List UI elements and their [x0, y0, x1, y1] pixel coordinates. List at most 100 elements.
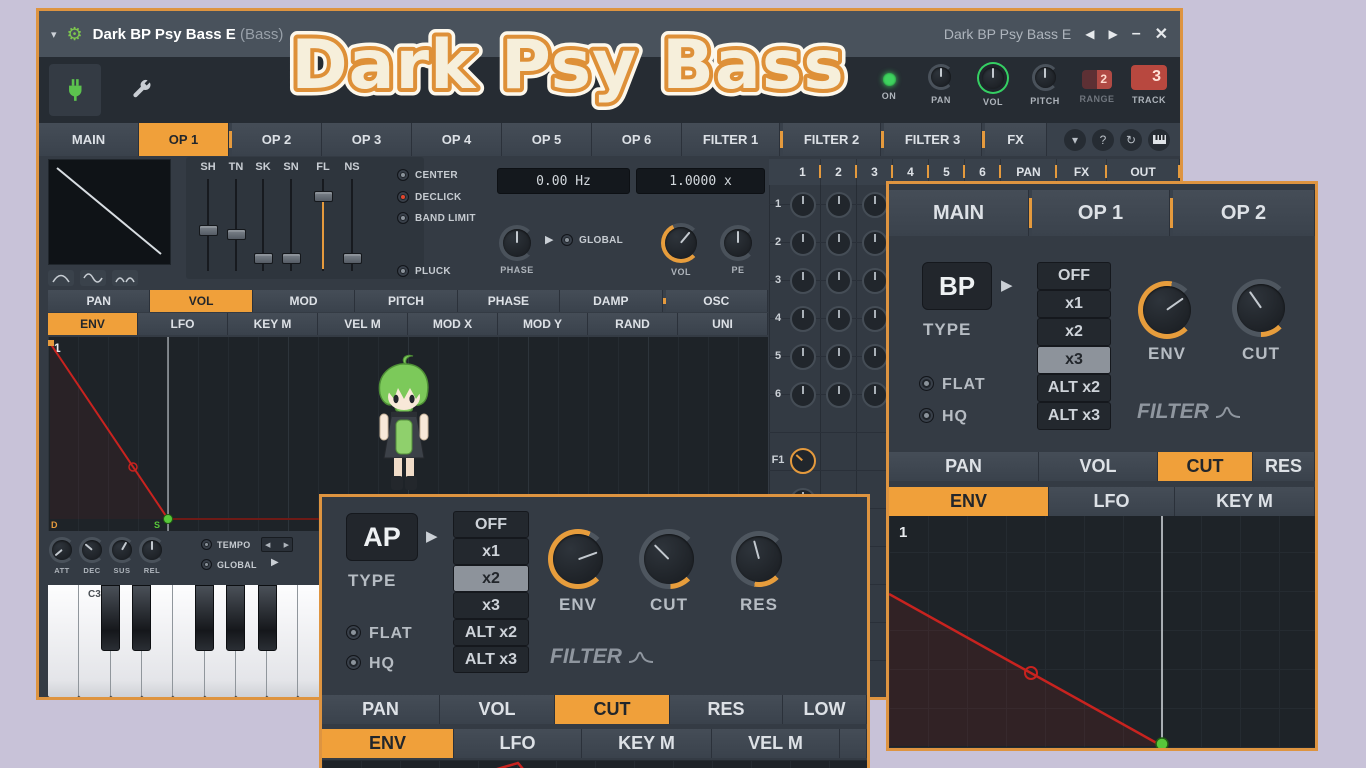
declick-radio[interactable]	[397, 191, 409, 203]
matrix-knob[interactable]	[790, 230, 816, 256]
filter-opt-x1[interactable]: x1	[1037, 290, 1111, 318]
param-tab-pan[interactable]: PAN	[48, 290, 151, 312]
spin-right-icon[interactable]: ▶	[284, 541, 289, 549]
matrix-knob[interactable]	[790, 344, 816, 370]
ob-env-lfo[interactable]: LFO	[454, 729, 582, 758]
global-arrow-icon[interactable]: ▶	[271, 557, 279, 568]
tempo-radio[interactable]	[201, 539, 212, 550]
overlay-right-envelope[interactable]: 1	[888, 516, 1315, 751]
filter-opt-off[interactable]: OFF	[453, 511, 529, 538]
harmonic-slider-sn[interactable]	[281, 179, 301, 271]
matrix-knob[interactable]	[826, 344, 852, 370]
filter-type-button-bp[interactable]: BP	[922, 262, 992, 310]
matrix-knob[interactable]	[826, 306, 852, 332]
wrench-button[interactable]	[125, 74, 157, 106]
keyboard-icon[interactable]	[1148, 128, 1170, 151]
param-tab-pitch[interactable]: PITCH	[355, 290, 458, 312]
or-env-keym[interactable]: KEY M	[1175, 487, 1315, 516]
cut-knob[interactable]	[639, 529, 699, 589]
ob-env-keym[interactable]: KEY M	[582, 729, 712, 758]
hq-radio[interactable]	[919, 408, 934, 423]
or-param-vol[interactable]: VOL	[1039, 452, 1158, 481]
tab-main[interactable]: MAIN	[39, 123, 139, 156]
gear-icon[interactable]: ⚙	[67, 25, 83, 43]
or-env-lfo[interactable]: LFO	[1049, 487, 1175, 516]
matrix-knob[interactable]	[862, 306, 888, 332]
env-knob[interactable]	[1138, 281, 1196, 339]
harmonic-slider-fl[interactable]	[313, 179, 333, 271]
env-tab-rand[interactable]: RAND	[588, 313, 678, 335]
matrix-knob[interactable]	[862, 344, 888, 370]
or-tab-op1[interactable]: OP 1	[1032, 190, 1170, 236]
band-limit-radio[interactable]	[397, 212, 409, 224]
minimize-button[interactable]: –	[1132, 25, 1141, 43]
freq-display[interactable]: 0.00 Hz	[497, 168, 630, 194]
tab-op5[interactable]: OP 5	[502, 123, 592, 156]
help-icon[interactable]: ?	[1092, 128, 1114, 151]
matrix-knob[interactable]	[790, 306, 816, 332]
filter-opt-altx3[interactable]: ALT x3	[1037, 402, 1111, 430]
filter-opt-altx2[interactable]: ALT x2	[453, 619, 529, 646]
ob-param-vol[interactable]: VOL	[440, 695, 555, 724]
filter-type-arrow-icon[interactable]: ▶	[426, 527, 438, 545]
piano-black-key[interactable]	[132, 585, 152, 651]
matrix-knob[interactable]	[826, 268, 852, 294]
vol-knob[interactable]	[979, 64, 1007, 92]
piano-black-key[interactable]	[101, 585, 121, 651]
matrix-knob[interactable]	[826, 382, 852, 408]
env-tab-modx[interactable]: MOD X	[408, 313, 498, 335]
piano-white-key[interactable]	[48, 585, 80, 697]
pluck-radio[interactable]	[397, 265, 409, 277]
filter-opt-x3[interactable]: x3	[453, 592, 529, 619]
tab-fx[interactable]: FX	[985, 123, 1047, 156]
pe-knob[interactable]	[720, 225, 756, 261]
plugin-plug-button[interactable]	[49, 64, 101, 116]
tab-filter3[interactable]: FILTER 3	[884, 123, 982, 156]
env-tab-uni[interactable]: UNI	[678, 313, 768, 335]
hq-radio[interactable]	[346, 655, 361, 670]
filter-type-arrow-icon[interactable]: ▶	[1001, 276, 1013, 294]
phase-knob[interactable]	[499, 225, 535, 261]
matrix-knob[interactable]	[862, 382, 888, 408]
refresh-icon[interactable]: ↻	[1120, 128, 1142, 151]
env-tab-velm[interactable]: VEL M	[318, 313, 408, 335]
tab-filter2[interactable]: FILTER 2	[783, 123, 881, 156]
tab-filter1[interactable]: FILTER 1	[682, 123, 780, 156]
sine-button[interactable]	[80, 270, 106, 286]
harmonic-slider-sk[interactable]	[253, 179, 273, 271]
collapse-arrow-icon[interactable]: ▾	[51, 28, 57, 41]
tab-op1[interactable]: OP 1	[139, 123, 229, 156]
ob-env-velm[interactable]: VEL M	[712, 729, 840, 758]
on-led[interactable]	[882, 73, 896, 86]
dec-knob[interactable]	[79, 537, 105, 563]
sus-knob[interactable]	[109, 537, 135, 563]
flat-radio[interactable]	[919, 376, 934, 391]
osc-shape-display[interactable]	[48, 159, 171, 265]
ratio-display[interactable]: 1.0000 x	[636, 168, 765, 194]
param-tab-osc[interactable]: OSC	[665, 290, 768, 312]
tab-op4[interactable]: OP 4	[412, 123, 502, 156]
tab-op2[interactable]: OP 2	[232, 123, 322, 156]
pitch-knob[interactable]	[1031, 64, 1059, 91]
matrix-knob[interactable]	[790, 192, 816, 218]
filter-opt-x2[interactable]: x2	[1037, 318, 1111, 346]
matrix-knob[interactable]	[862, 192, 888, 218]
piano-black-key[interactable]	[257, 585, 277, 651]
preset-prev-icon[interactable]: ◀	[1085, 27, 1094, 41]
half-sine-button[interactable]	[48, 270, 74, 286]
filter-opt-x1[interactable]: x1	[453, 538, 529, 565]
ob-env-env[interactable]: ENV	[322, 729, 454, 758]
filter-opt-altx2[interactable]: ALT x2	[1037, 374, 1111, 402]
param-tab-damp[interactable]: DAMP	[560, 290, 663, 312]
filter-type-button-ap[interactable]: AP	[346, 513, 418, 561]
preset-name[interactable]: Dark BP Psy Bass E	[944, 26, 1071, 42]
phase-global-radio[interactable]	[561, 234, 573, 246]
flat-radio[interactable]	[346, 625, 361, 640]
ob-param-low[interactable]: LOW	[783, 695, 867, 724]
or-param-pan[interactable]: PAN	[889, 452, 1039, 481]
pan-knob[interactable]	[928, 64, 954, 90]
tab-op3[interactable]: OP 3	[322, 123, 412, 156]
env-tab-keym[interactable]: KEY M	[228, 313, 318, 335]
matrix-knob[interactable]	[790, 448, 816, 474]
env-tab-lfo[interactable]: LFO	[138, 313, 228, 335]
